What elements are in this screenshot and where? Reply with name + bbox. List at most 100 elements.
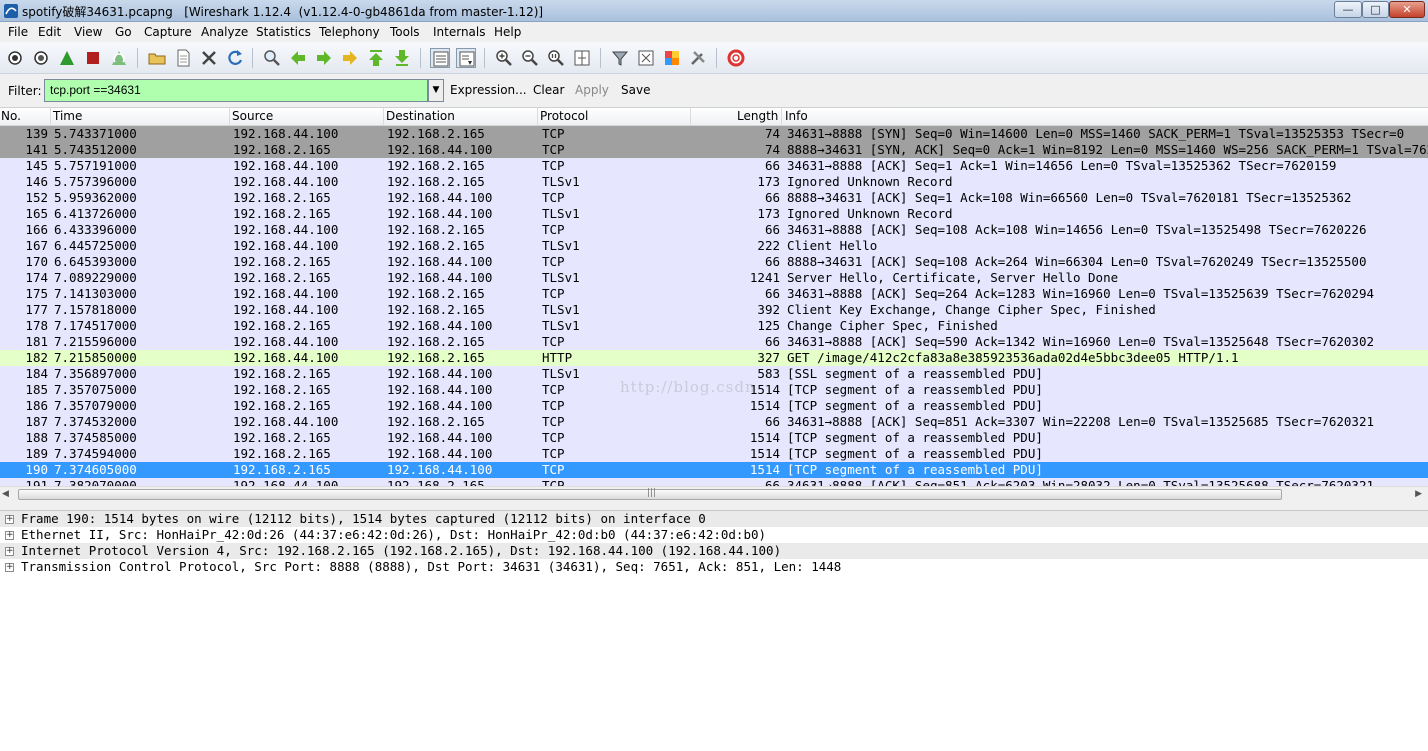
stop-capture-icon[interactable]	[83, 48, 103, 68]
menu-help[interactable]: Help	[494, 25, 521, 39]
close-file-icon[interactable]	[199, 48, 219, 68]
packet-row[interactable]: 186 7.357079000 192.168.2.165 192.168.44.10…	[0, 398, 1428, 414]
packet-row[interactable]: 146 5.757396000 192.168.44.100 192.168.2.16…	[0, 174, 1428, 190]
packet-row[interactable]: 185 7.357075000 192.168.2.165 192.168.44.10…	[0, 382, 1428, 398]
packet-source: 192.168.2.165	[233, 254, 331, 269]
go-forward-icon[interactable]	[314, 48, 334, 68]
go-last-icon[interactable]	[392, 48, 412, 68]
packet-row[interactable]: 188 7.374585000 192.168.2.165 192.168.44.10…	[0, 430, 1428, 446]
minimize-button[interactable]: —	[1334, 1, 1362, 18]
pane-splitter[interactable]	[0, 502, 1428, 510]
column-divider[interactable]	[383, 108, 384, 126]
menu-file[interactable]: File	[8, 25, 28, 39]
expand-plus-icon[interactable]: +	[5, 531, 14, 540]
packet-row[interactable]: 165 6.413726000 192.168.2.165 192.168.44.10…	[0, 206, 1428, 222]
packet-source: 192.168.2.165	[233, 270, 331, 285]
zoom-in-icon[interactable]	[494, 48, 514, 68]
packet-row[interactable]: 145 5.757191000 192.168.44.100 192.168.2.16…	[0, 158, 1428, 174]
packet-row[interactable]: 177 7.157818000 192.168.44.100 192.168.2.16…	[0, 302, 1428, 318]
column-divider[interactable]	[50, 108, 51, 126]
packet-row[interactable]: 166 6.433396000 192.168.44.100 192.168.2.16…	[0, 222, 1428, 238]
reload-icon[interactable]	[225, 48, 245, 68]
apply-filter-button[interactable]: Apply	[575, 83, 609, 97]
column-header-no[interactable]: No.	[1, 109, 21, 123]
detail-row-frame[interactable]: + Frame 190: 1514 bytes on wire (12112 b…	[0, 511, 1428, 527]
find-packet-icon[interactable]	[262, 48, 282, 68]
expand-plus-icon[interactable]: +	[5, 515, 14, 524]
menu-telephony[interactable]: Telephony	[319, 25, 380, 39]
detail-row-ethernet[interactable]: + Ethernet II, Src: HonHaiPr_42:0d:26 (4…	[0, 527, 1428, 543]
packet-row[interactable]: 182 7.215850000 192.168.44.100 192.168.2.16…	[0, 350, 1428, 366]
column-divider[interactable]	[229, 108, 230, 126]
start-capture-icon[interactable]	[57, 48, 77, 68]
maximize-button[interactable]: □	[1362, 1, 1389, 18]
filter-dropdown-button[interactable]: ▼	[428, 79, 444, 102]
detail-row-ip[interactable]: + Internet Protocol Version 4, Src: 192.…	[0, 543, 1428, 559]
display-filters-icon[interactable]	[636, 48, 656, 68]
clear-filter-button[interactable]: Clear	[533, 83, 564, 97]
menu-analyze[interactable]: Analyze	[201, 25, 248, 39]
packet-row[interactable]: 178 7.174517000 192.168.2.165 192.168.44.10…	[0, 318, 1428, 334]
column-header-info[interactable]: Info	[785, 109, 808, 123]
go-first-icon[interactable]	[366, 48, 386, 68]
column-header-time[interactable]: Time	[53, 109, 82, 123]
menu-statistics[interactable]: Statistics	[256, 25, 311, 39]
menu-view[interactable]: View	[74, 25, 102, 39]
packet-row[interactable]: 139 5.743371000 192.168.44.100 192.168.2.16…	[0, 126, 1428, 142]
packet-row[interactable]: 187 7.374532000 192.168.44.100 192.168.2.16…	[0, 414, 1428, 430]
expand-plus-icon[interactable]: +	[5, 547, 14, 556]
expression-button[interactable]: Expression...	[450, 83, 527, 97]
packet-row[interactable]: 174 7.089229000 192.168.2.165 192.168.44.10…	[0, 270, 1428, 286]
scrollbar-thumb[interactable]: |||	[18, 488, 1282, 500]
close-window-button[interactable]: ✕	[1389, 1, 1425, 18]
resize-columns-icon[interactable]	[572, 48, 592, 68]
colorize-icon[interactable]	[430, 48, 450, 68]
detail-row-tcp[interactable]: + Transmission Control Protocol, Src Por…	[0, 559, 1428, 575]
save-filter-button[interactable]: Save	[621, 83, 650, 97]
column-divider[interactable]	[690, 108, 691, 126]
column-divider[interactable]	[537, 108, 538, 126]
packet-row[interactable]: 167 6.445725000 192.168.44.100 192.168.2.16…	[0, 238, 1428, 254]
options-icon[interactable]	[31, 48, 51, 68]
packet-destination: 192.168.44.100	[387, 142, 493, 157]
interfaces-icon[interactable]	[5, 48, 25, 68]
packet-row[interactable]: 175 7.141303000 192.168.44.100 192.168.2.16…	[0, 286, 1428, 302]
go-to-packet-icon[interactable]	[340, 48, 360, 68]
packet-row[interactable]: 181 7.215596000 192.168.44.100 192.168.2.16…	[0, 334, 1428, 350]
packet-row[interactable]: 189 7.374594000 192.168.2.165 192.168.44.10…	[0, 446, 1428, 462]
help-icon[interactable]	[726, 48, 746, 68]
packet-row[interactable]: 141 5.743512000 192.168.2.165 192.168.44.10…	[0, 142, 1428, 158]
display-filter-input[interactable]: tcp.port ==34631	[44, 79, 428, 102]
expand-plus-icon[interactable]: +	[5, 563, 14, 572]
coloring-rules-icon[interactable]	[662, 48, 682, 68]
menu-go[interactable]: Go	[115, 25, 132, 39]
packet-row[interactable]: 184 7.356897000 192.168.2.165 192.168.44.10…	[0, 366, 1428, 382]
scroll-left-arrow-icon[interactable]: ◀	[2, 489, 9, 499]
column-header-length[interactable]: Length	[737, 109, 778, 123]
restart-capture-icon[interactable]	[109, 48, 129, 68]
menu-tools[interactable]: Tools	[390, 25, 420, 39]
packet-length: 173	[757, 174, 780, 189]
column-header-destination[interactable]: Destination	[386, 109, 455, 123]
menu-edit[interactable]: Edit	[38, 25, 61, 39]
packet-row[interactable]: 190 7.374605000 192.168.2.165 192.168.44.10…	[0, 462, 1428, 478]
menu-internals[interactable]: Internals	[433, 25, 486, 39]
save-file-icon[interactable]	[173, 48, 193, 68]
column-header-source[interactable]: Source	[232, 109, 273, 123]
zoom-normal-icon[interactable]	[546, 48, 566, 68]
column-divider[interactable]	[781, 108, 782, 126]
packet-list-horizontal-scrollbar[interactable]: ◀ ||| ▶	[0, 486, 1428, 502]
packet-row[interactable]: 152 5.959362000 192.168.2.165 192.168.44.10…	[0, 190, 1428, 206]
open-file-icon[interactable]	[147, 48, 167, 68]
menu-capture[interactable]: Capture	[144, 25, 192, 39]
packet-row[interactable]: 170 6.645393000 192.168.2.165 192.168.44.10…	[0, 254, 1428, 270]
go-back-icon[interactable]	[288, 48, 308, 68]
preferences-icon[interactable]	[688, 48, 708, 68]
zoom-out-icon[interactable]	[520, 48, 540, 68]
packet-row[interactable]: 191 7.382070000 192.168.44.100 192.168.2.16…	[0, 478, 1428, 486]
capture-filters-icon[interactable]	[610, 48, 630, 68]
column-header-protocol[interactable]: Protocol	[540, 109, 588, 123]
scroll-right-arrow-icon[interactable]: ▶	[1415, 489, 1422, 499]
auto-scroll-icon[interactable]	[456, 48, 476, 68]
toolbar-separator	[484, 48, 485, 68]
